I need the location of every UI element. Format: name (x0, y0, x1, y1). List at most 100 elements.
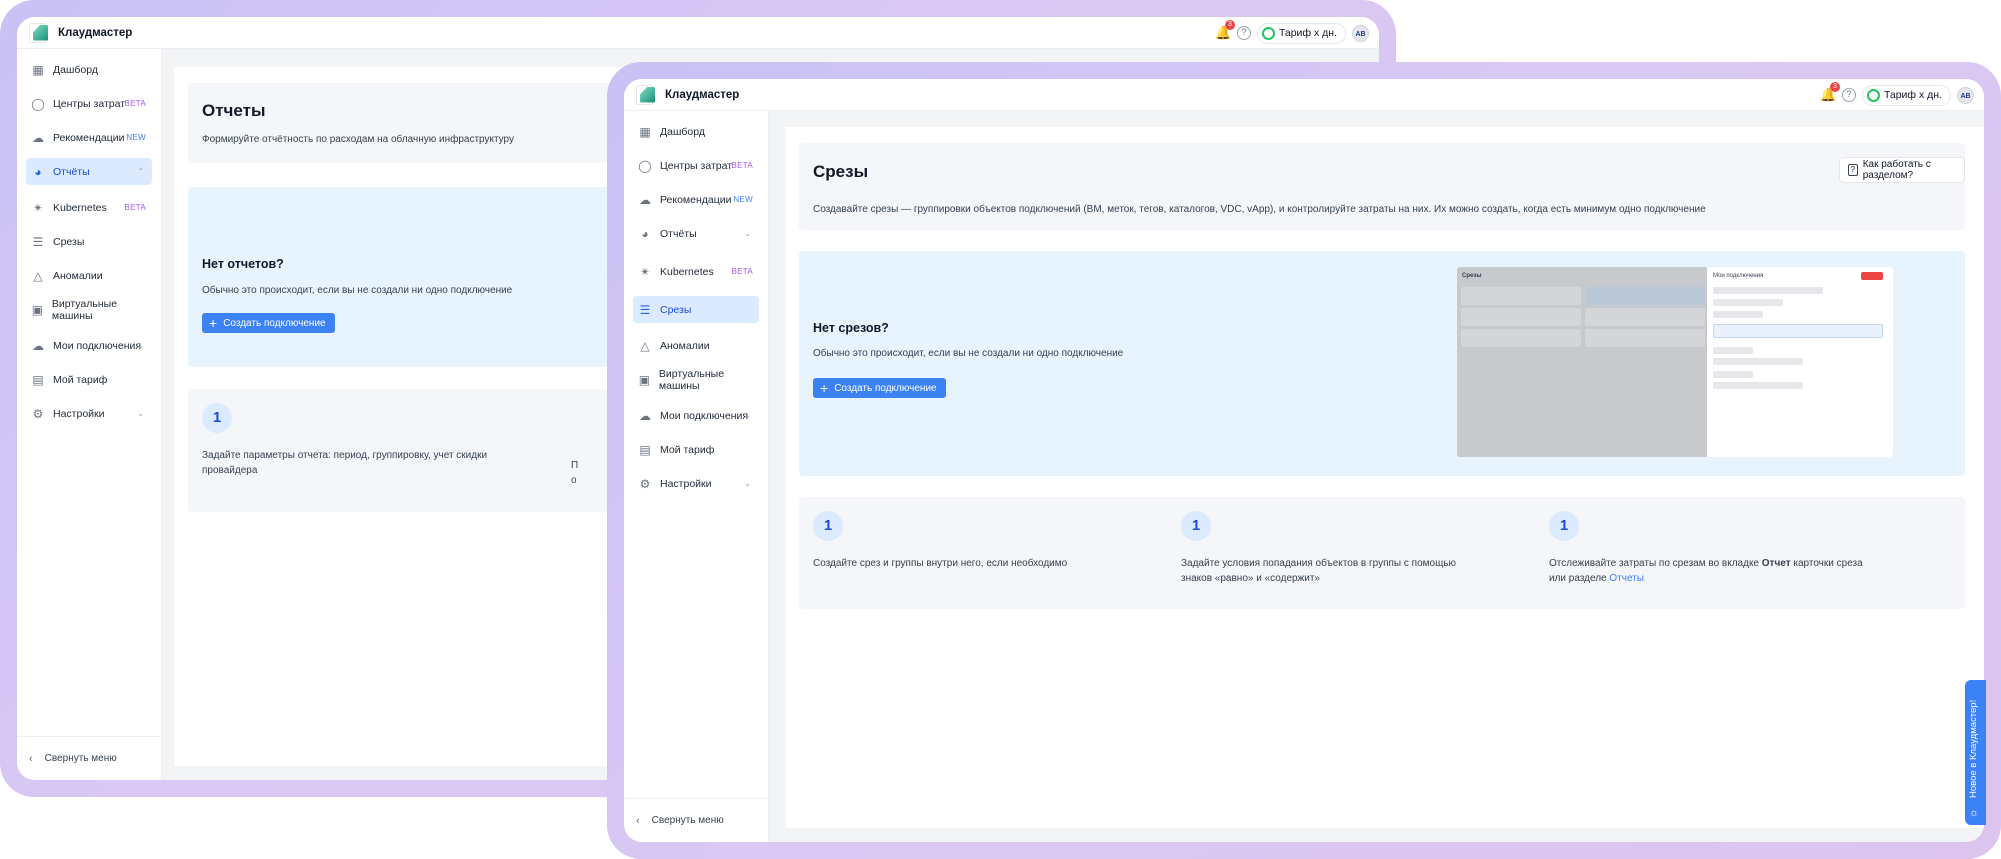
bell-icon[interactable]: 🔔 3 (1215, 20, 1235, 41)
sidebar-item-reports[interactable]: ◕ Отчёты ⌄ (633, 220, 759, 247)
sidebar-item-label: Срезы (660, 303, 692, 316)
chart-icon: ▤ (32, 372, 44, 387)
grid-icon: ▦ (32, 62, 44, 77)
collapse-menu-button[interactable]: ‹ Свернуть меню (624, 798, 768, 842)
beta-badge: BETA (124, 99, 146, 108)
avatar[interactable]: AB (1352, 24, 1369, 42)
whats-new-tab[interactable]: Новое в Клаудмастер! ☼ (1965, 680, 1986, 825)
sidebar-item-slices[interactable]: ☰ Срезы (633, 296, 759, 323)
brand-name: Клаудмастер (665, 88, 740, 101)
preview-row (1461, 287, 1581, 305)
preview-row (1585, 308, 1705, 326)
page-subtitle: Создавайте срезы — группировки объектов … (813, 204, 1706, 215)
page-title: Отчеты (202, 101, 266, 120)
step-1: 1 Задайте параметры отчета: период, груп… (202, 403, 492, 478)
step-number: 1 (202, 403, 232, 433)
preview-line (1713, 347, 1753, 354)
chart-icon: ▤ (639, 442, 651, 457)
step-text: Отслеживайте затраты по срезам во вкладк… (1549, 558, 1863, 584)
chevron-down-icon: ⌄ (744, 229, 751, 238)
preview-panel: Мои подключения (1707, 267, 1893, 457)
cloud-icon: ☁ (32, 130, 44, 145)
plus-icon: + (209, 315, 218, 331)
sidebar: ▦ Дашборд ◯ Центры затрат BETA ☁ Рекомендаци… (624, 111, 769, 842)
how-to-label: Как работать с разделом? (1862, 159, 1931, 181)
sidebar-item-settings[interactable]: ⚙ Настройки ⌄ (26, 400, 152, 427)
reports-link[interactable]: Отчеты (1609, 573, 1644, 584)
sidebar-item-dashboard[interactable]: ▦ Дашборд (26, 56, 152, 83)
empty-title: Нет отчетов? (202, 257, 284, 271)
sidebar-item-vms[interactable]: ▣ Виртуальные машины (633, 366, 759, 393)
sidebar-item-connections[interactable]: ☁ Мои подключения ⌄ (633, 402, 759, 429)
sidebar-item-slices[interactable]: ☰ Срезы (26, 228, 152, 255)
empty-title: Нет срезов? (813, 321, 889, 335)
sidebar-item-label: Дашборд (660, 125, 705, 138)
sidebar-item-label: Центры затрат (53, 97, 126, 110)
sidebar-item-cost-centers[interactable]: ◯ Центры затрат BETA (633, 152, 759, 179)
how-to-button[interactable]: ? Как работать с разделом? (1839, 157, 1965, 183)
step-text: Задайте условия попадания объектов в гру… (1181, 558, 1457, 584)
collapse-menu-button[interactable]: ‹ Свернуть меню (17, 736, 161, 780)
preview-title: Срезы (1462, 273, 1482, 279)
sidebar-item-label: Отчёты (53, 165, 90, 178)
sidebar-item-label: Мои подключения (660, 409, 749, 422)
layers-icon: ☰ (639, 302, 651, 317)
help-icon[interactable]: ? (1841, 88, 1856, 102)
step-number: 1 (1181, 511, 1211, 541)
empty-state-card: Нет срезов? Обычно это происходит, если … (799, 251, 1965, 476)
create-connection-button[interactable]: + Создать подключение (202, 313, 335, 333)
step-text: По (571, 460, 579, 486)
front-window-frame: Клаудмастер 🔔 3 ? Тариф х дн. AB ▦ Дашборд… (607, 62, 2001, 859)
beta-badge: BETA (731, 267, 753, 276)
sidebar-item-recommendations[interactable]: ☁ Рекомендации NEW (26, 124, 152, 151)
sidebar-item-dashboard[interactable]: ▦ Дашборд (633, 118, 759, 145)
report-tab-name: Отчет (1761, 558, 1791, 569)
sidebar-item-anomalies[interactable]: △ Аномалии (26, 262, 152, 289)
sidebar-item-reports[interactable]: ◕ Отчёты ⌃ (26, 158, 152, 185)
empty-text: Обычно это происходит, если вы не создал… (813, 348, 1124, 359)
preview-line (1713, 287, 1823, 294)
sidebar-item-settings[interactable]: ⚙ Настройки ⌄ (633, 470, 759, 497)
sidebar-item-cost-centers[interactable]: ◯ Центры затрат BETA (26, 90, 152, 117)
whats-new-label: Новое в Клаудмастер! (1968, 699, 1979, 798)
preview-delete (1861, 272, 1883, 280)
avatar[interactable]: AB (1957, 86, 1974, 104)
sidebar-item-label: Срезы (53, 235, 85, 248)
sidebar-item-kubernetes[interactable]: ✴ Kubernetes BETA (26, 194, 152, 221)
sidebar-item-recommendations[interactable]: ☁ Рекомендации NEW (633, 186, 759, 213)
front-window: Клаудмастер 🔔 3 ? Тариф х дн. AB ▦ Дашборд… (624, 79, 1984, 842)
logo[interactable]: Клаудмастер (29, 22, 133, 43)
chevron-down-icon: ⌄ (137, 409, 144, 418)
sidebar-item-label: Настройки (660, 477, 712, 490)
create-connection-button[interactable]: + Создать подключение (813, 378, 946, 398)
bell-icon[interactable]: 🔔 3 (1820, 82, 1840, 103)
vm-icon: ▣ (638, 372, 651, 387)
chevron-left-icon: ‹ (29, 752, 33, 765)
coins-icon: ◯ (638, 158, 652, 173)
sidebar-item-tariff[interactable]: ▤ Мой тариф (633, 436, 759, 463)
preview-row (1461, 308, 1581, 326)
help-icon[interactable]: ? (1236, 26, 1251, 40)
sidebar-item-anomalies[interactable]: △ Аномалии (633, 332, 759, 359)
preview-info (1713, 324, 1883, 338)
brand-name: Клаудмастер (58, 26, 133, 39)
collapse-menu-label: Свернуть меню (651, 815, 724, 826)
create-connection-label: Создать подключение (834, 382, 937, 394)
sidebar-item-vms[interactable]: ▣ Виртуальные машины (26, 296, 152, 323)
sidebar-item-tariff[interactable]: ▤ Мой тариф (26, 366, 152, 393)
preview-row (1461, 329, 1581, 347)
sidebar-item-kubernetes[interactable]: ✴ Kubernetes BETA (633, 258, 759, 285)
plan-button[interactable]: Тариф х дн. (1861, 84, 1951, 106)
plan-button[interactable]: Тариф х дн. (1256, 22, 1346, 44)
sidebar-item-label: Рекомендации (53, 131, 125, 144)
sidebar-item-connections[interactable]: ☁ Мои подключения ⌄ (26, 332, 152, 359)
logo[interactable]: Клаудмастер (636, 84, 740, 105)
plan-label: Тариф х дн. (1278, 27, 1337, 39)
warning-icon: △ (33, 268, 43, 283)
preview-line (1713, 358, 1803, 365)
grid-icon: ▦ (639, 124, 651, 139)
logo-icon (636, 84, 656, 105)
preview-line (1713, 371, 1753, 378)
step-number: 1 (1549, 511, 1579, 541)
gear-icon: ⚙ (639, 476, 651, 491)
